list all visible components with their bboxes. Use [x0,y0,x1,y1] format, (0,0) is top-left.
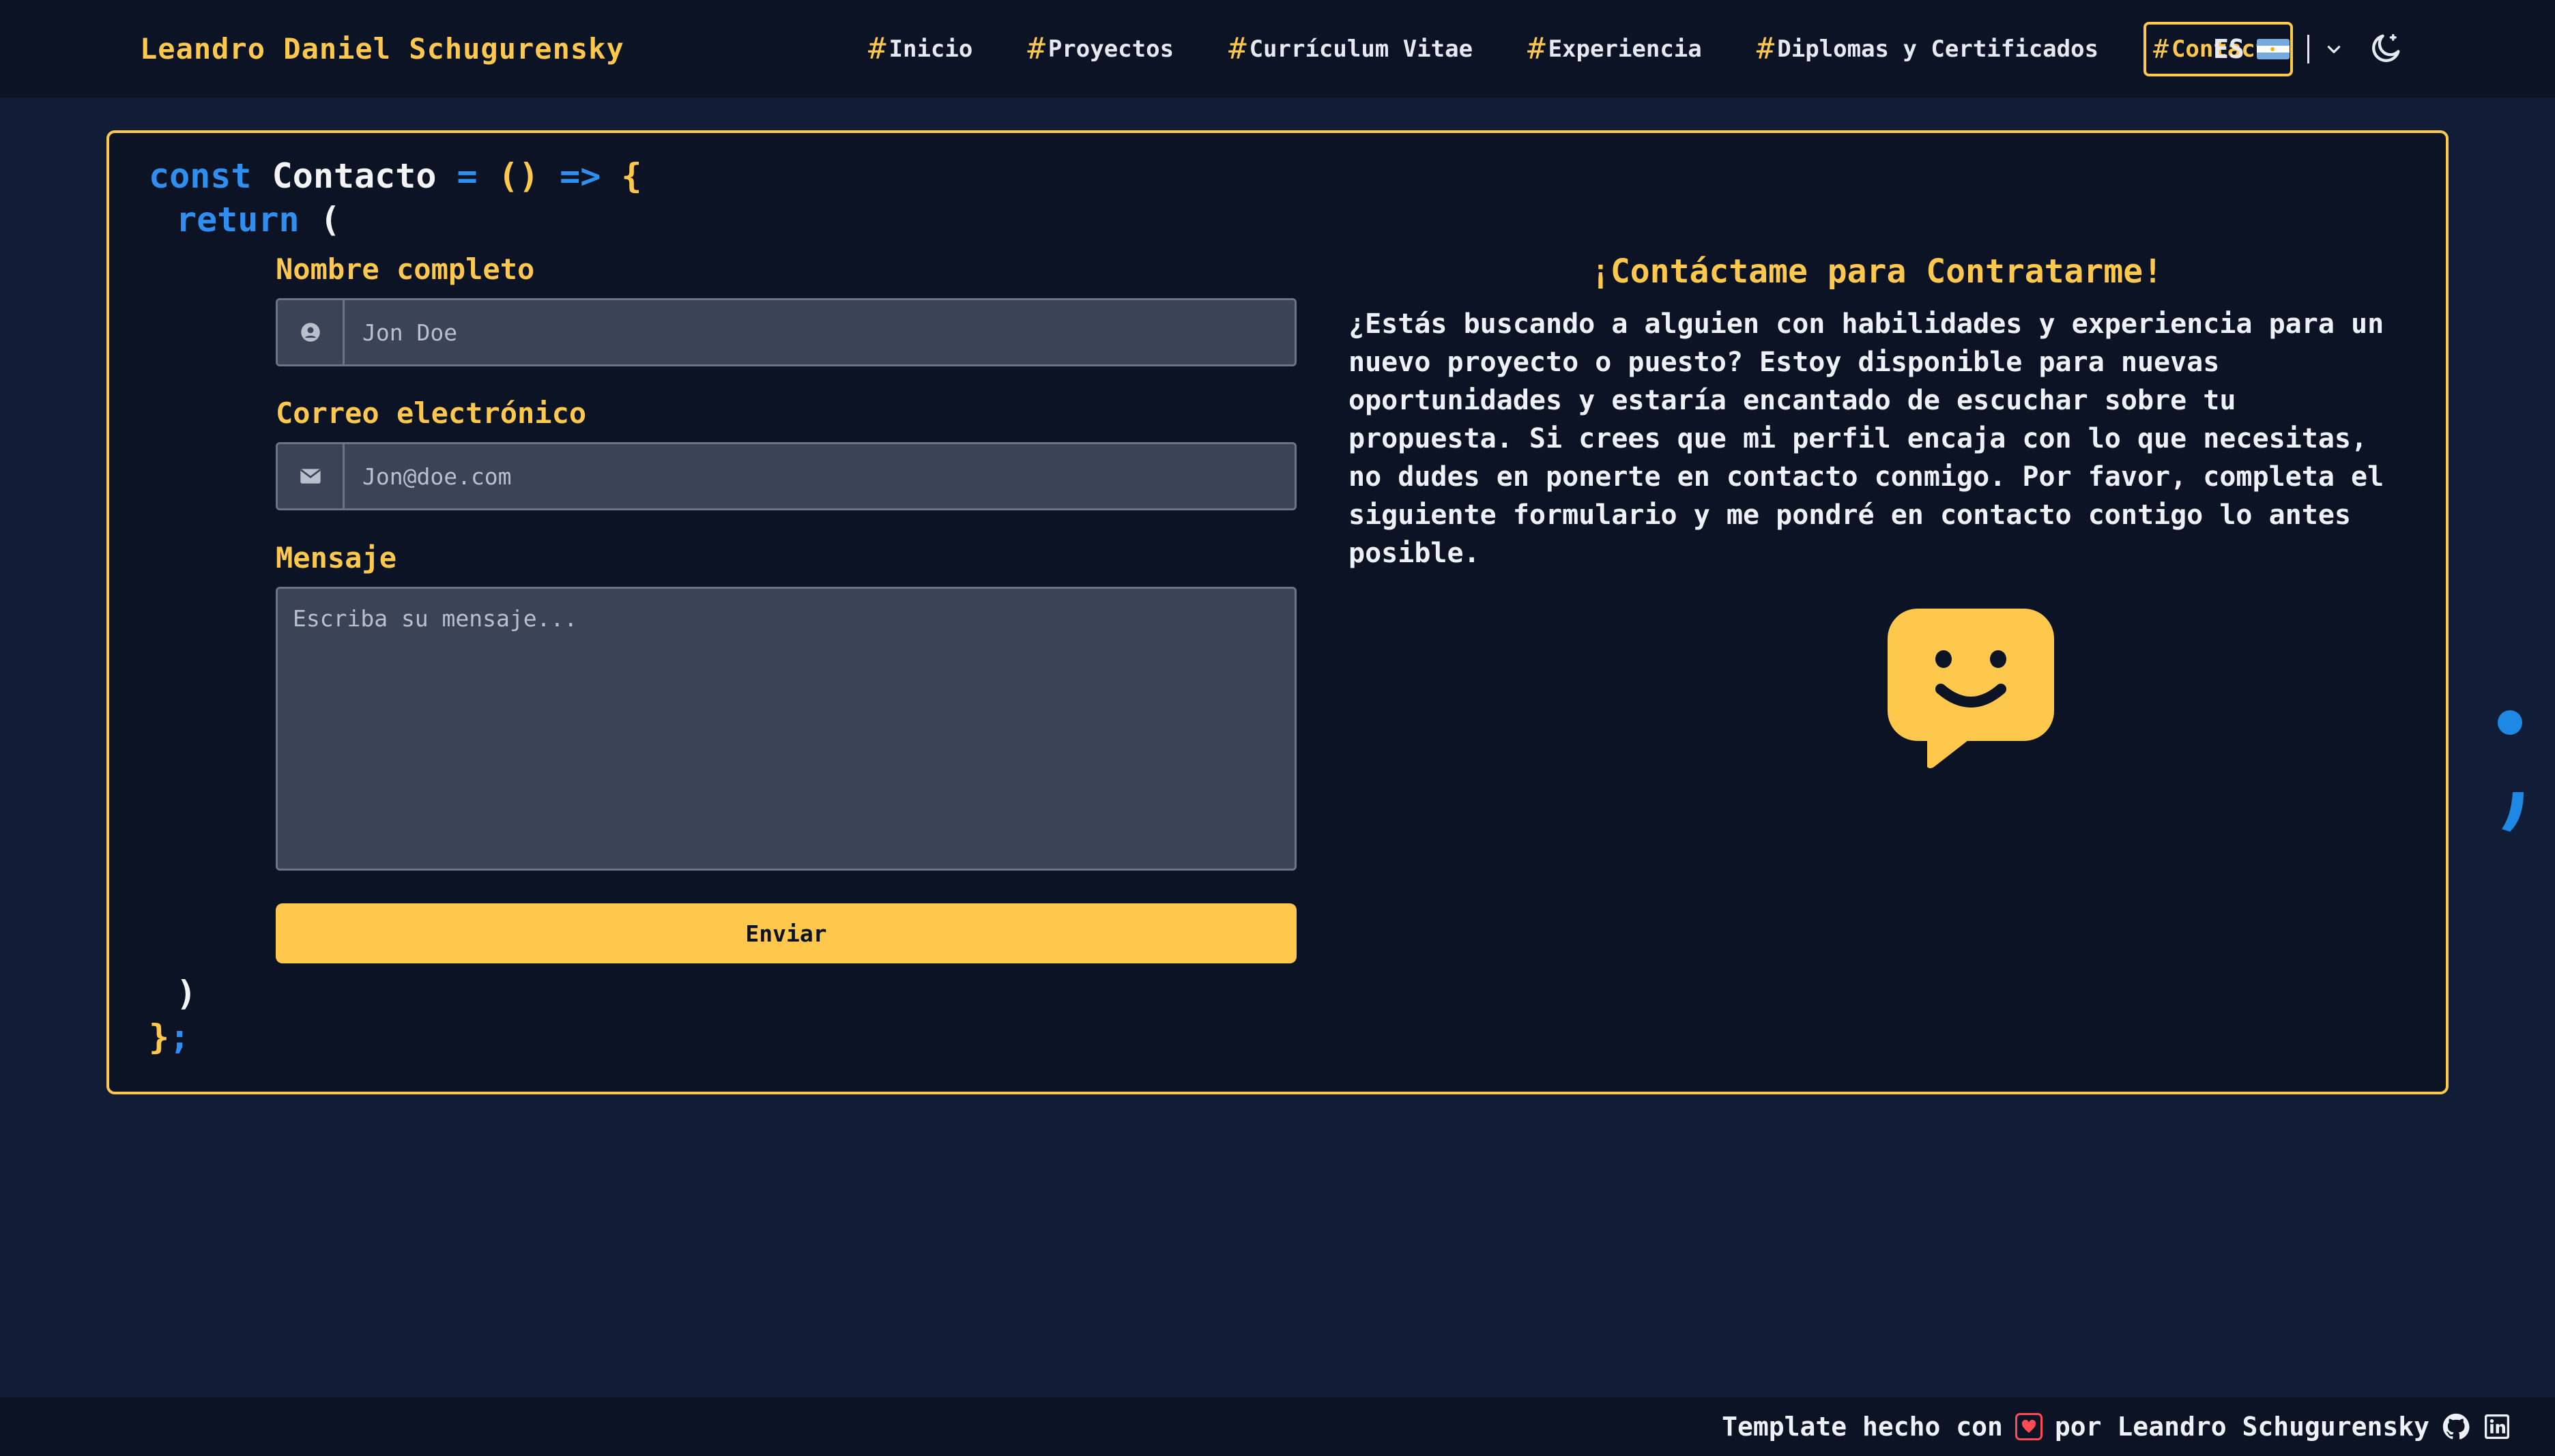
envelope-icon [278,444,345,508]
nav-link-label: Experiencia [1548,35,1702,63]
submit-button[interactable]: Enviar [276,903,1297,963]
code-keyword: const [149,156,252,196]
main-nav: # Inicio # Proyectos # Currículum Vitae … [858,0,2328,98]
nav-link-label: Diplomas y Certificados [1777,35,2099,63]
contact-title: ¡Contáctame para Contratarme! [1590,252,2163,291]
theme-toggle-button[interactable] [2367,30,2406,68]
language-code: ES [2213,34,2244,64]
hash-icon: # [2153,33,2169,64]
code-arrow: => [538,156,622,196]
github-icon[interactable] [2442,1412,2470,1441]
chevron-down-icon [2323,38,2345,60]
code-parens: () [497,156,539,196]
hash-icon: # [1756,31,1775,66]
contact-card: const Contacto = () => { return ( Nombre… [106,130,2524,1094]
user-circle-icon [278,300,345,364]
code-keyword: return [176,200,300,239]
name-input[interactable] [345,300,1295,364]
code-semicolon: ; [169,1017,190,1057]
code-component-name: Contacto [272,156,437,196]
nav-link-experiencia[interactable]: # Experiencia [1518,19,1712,78]
footer-text-after: por Leandro Schugurensky [2054,1412,2429,1442]
hash-icon: # [868,31,886,66]
code-open-brace: { [621,156,642,196]
semicolon-decoration [2495,709,2528,834]
message-label: Mensaje [276,541,397,574]
top-navbar: Leandro Daniel Schugurensky # Inicio # P… [0,0,2555,98]
divider [2307,35,2309,63]
linkedin-icon[interactable] [2483,1412,2511,1441]
hash-icon: # [1527,31,1546,66]
heart-icon [2015,1413,2042,1440]
code-line-return: return ( [176,200,341,239]
argentina-flag-icon [2256,39,2290,59]
moon-icon [2369,30,2404,68]
nav-link-label: Inicio [889,35,973,63]
email-label: Correo electrónico [276,396,587,430]
nav-link-label: Proyectos [1048,35,1174,63]
language-selector[interactable]: ES [2213,27,2345,71]
nav-link-inicio[interactable]: # Inicio [858,19,982,78]
name-field-group [276,298,1297,366]
code-line-const: const Contacto = () => { [149,156,642,196]
nav-link-proyectos[interactable]: # Proyectos [1017,19,1183,78]
nav-link-curriculum[interactable]: # Currículum Vitae [1219,19,1482,78]
nav-link-label: Currículum Vitae [1249,35,1473,63]
contact-description: ¿Estás buscando a alguien con habilidade… [1348,308,2384,569]
code-open-paren: ( [299,200,341,239]
code-close-brace: } [149,1017,170,1057]
page-footer: Template hecho con por Leandro Schuguren… [0,1397,2555,1456]
code-line-close: }; [149,1017,190,1057]
email-field-group [276,442,1297,510]
footer-text-before: Template hecho con [1722,1412,2003,1442]
smiley-chat-bubble-icon [1883,609,2054,770]
code-close-paren: ) [176,974,197,1013]
message-textarea[interactable] [276,587,1297,871]
name-label: Nombre completo [276,252,535,286]
code-assign: = [436,156,498,196]
email-input[interactable] [345,444,1295,508]
hash-icon: # [1228,31,1247,66]
nav-link-diplomas[interactable]: # Diplomas y Certificados [1747,19,2108,78]
brand-name[interactable]: Leandro Daniel Schugurensky [140,0,624,98]
hash-icon: # [1027,31,1045,66]
